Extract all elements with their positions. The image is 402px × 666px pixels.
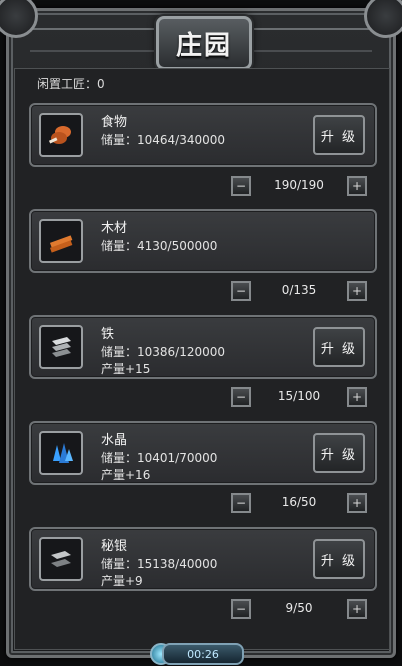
decrease-button[interactable]: − (231, 387, 251, 407)
resource-name: 木材 (101, 221, 128, 236)
increase-button[interactable]: + (347, 281, 367, 301)
wood-plank-icon (49, 235, 73, 253)
artisan-counter-mithril: − 9/50 + (231, 599, 367, 621)
resource-storage: 储量：10386/120000 (101, 345, 226, 359)
decrease-button[interactable]: − (231, 281, 251, 301)
artisan-counter-crystal: − 16/50 + (231, 493, 367, 515)
artisan-counter-food: − 190/190 + (231, 176, 367, 198)
resource-card-mithril: 秘银 储量：15138/40000 产量+9 升 级 (29, 527, 377, 591)
resource-storage: 储量：4130/500000 (101, 239, 218, 253)
increase-button[interactable]: + (347, 176, 367, 196)
resource-storage: 储量：15138/40000 (101, 557, 218, 571)
upgrade-button[interactable]: 升 级 (313, 433, 365, 473)
crystal-icon-frame (39, 431, 83, 475)
idle-artisans-label: 闲置工匠：0 (37, 77, 105, 91)
page-title: 庄园 (175, 30, 232, 61)
resource-name: 铁 (101, 327, 115, 342)
resource-card-crystal: 水晶 储量：10401/70000 产量+16 升 级 (29, 421, 377, 485)
artisan-counter-iron: − 15/100 + (231, 387, 367, 409)
resource-production: 产量+9 (101, 574, 143, 588)
increase-button[interactable]: + (347, 493, 367, 513)
iron-icon-frame (39, 325, 83, 369)
upgrade-button[interactable]: 升 级 (313, 115, 365, 155)
countdown-timer: 00:26 (162, 643, 244, 665)
decrease-button[interactable]: − (231, 176, 251, 196)
increase-button[interactable]: + (347, 599, 367, 619)
resource-card-wood: 木材 储量：4130/500000 (29, 209, 377, 273)
upgrade-button[interactable]: 升 级 (313, 327, 365, 367)
artisan-count: 190/190 (274, 178, 324, 192)
meat-icon (48, 126, 71, 144)
title-plate: 庄园 (156, 16, 252, 70)
mithril-icon-frame (39, 537, 83, 581)
crystal-icon (53, 443, 73, 463)
artisan-count: 16/50 (281, 495, 317, 509)
resource-name: 秘银 (101, 539, 128, 554)
artisan-count: 15/100 (277, 389, 321, 403)
wood-icon-frame (39, 219, 83, 263)
increase-button[interactable]: + (347, 387, 367, 407)
resource-production: 产量+16 (101, 468, 151, 482)
resource-name: 水晶 (101, 433, 128, 448)
artisan-count: 0/135 (281, 283, 317, 297)
artisan-count: 9/50 (285, 601, 313, 615)
resource-storage: 储量：10464/340000 (101, 133, 226, 147)
upgrade-button[interactable]: 升 级 (313, 539, 365, 579)
artisan-counter-wood: − 0/135 + (231, 281, 367, 303)
decrease-button[interactable]: − (231, 599, 251, 619)
resource-production: 产量+15 (101, 362, 151, 376)
resource-storage: 储量：10401/70000 (101, 451, 218, 465)
decrease-button[interactable]: − (231, 493, 251, 513)
food-icon-frame (39, 113, 83, 157)
resource-name: 食物 (101, 115, 128, 130)
mithril-ingot-icon (51, 551, 71, 567)
iron-ingot-icon (52, 337, 71, 357)
resource-panel: 闲置工匠：0 食物 储量：10464/340000 升 级 − 190/190 … (14, 68, 390, 650)
resource-card-food: 食物 储量：10464/340000 升 级 (29, 103, 377, 167)
resource-card-iron: 铁 储量：10386/120000 产量+15 升 级 (29, 315, 377, 379)
